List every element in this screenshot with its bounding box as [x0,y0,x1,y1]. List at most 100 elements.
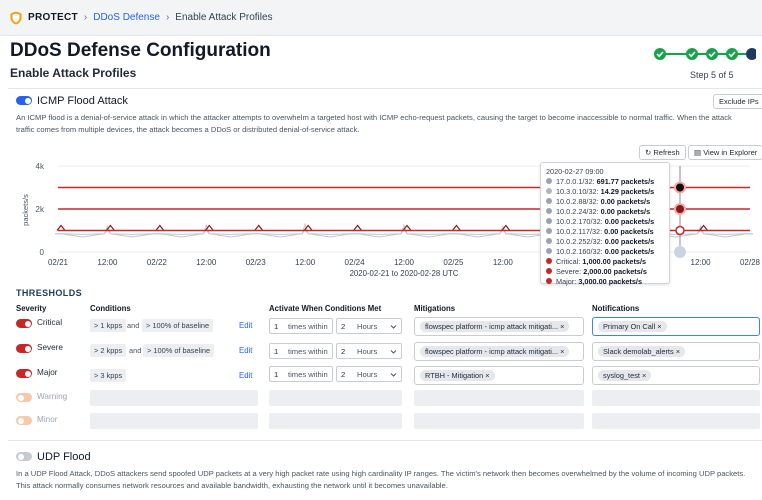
chevron-down-icon [390,325,397,329]
condition-chip: > 3 kpps [90,369,127,382]
mitigation-tag[interactable]: flowspec platform - icmp attack mitigati… [420,321,570,332]
times-input[interactable]: 1 times within [269,343,333,359]
mitigation-tag[interactable]: flowspec platform - icmp attack mitigati… [420,346,570,357]
major-toggle[interactable] [16,369,32,378]
col-header-severity: Severity [16,304,47,313]
tooltip-row: 10.0.2.24/32: 0.00 packets/s [546,206,664,216]
x-tick-label: 12:00 [493,258,514,267]
critical-toggle[interactable] [16,319,32,328]
exclude-ips-button[interactable]: Exclude IPs [713,94,762,109]
times-value: 1 [274,322,279,331]
breadcrumb-link-ddos-defense[interactable]: DDoS Defense [93,12,160,23]
notification-tag[interactable]: Slack demolab_alerts × [598,346,686,357]
x-tick-label: 12:00 [97,258,118,267]
hover-marker-major [674,181,686,194]
warning-toggle[interactable] [16,393,32,402]
icmp-description-line-1: An ICMP flood is a denial-of-service att… [16,113,732,122]
notification-tag[interactable]: syslog_test × [598,370,652,381]
hover-marker-critical [675,225,685,236]
mitigations-field[interactable]: flowspec platform - icmp attack mitigati… [414,342,584,361]
remove-icon[interactable]: × [560,347,564,356]
edit-conditions-link[interactable]: Edit [239,371,252,380]
threshold-crossing-marker [254,224,264,231]
severity-label: Severe [37,343,63,352]
chevron-down-icon [390,350,397,354]
notification-tag-label: Slack demolab_alerts [603,347,674,356]
notification-tag-label: syslog_test [603,371,640,380]
series-dot-icon [546,238,552,244]
series-dot-icon [546,188,552,194]
series-dot-icon [546,278,552,284]
refresh-label: Refresh [653,148,680,157]
chart-tooltip: 2020-02-27 09:00 17.0.0.1/32: 691.77 pac… [540,162,670,286]
mitigations-placeholder [414,413,584,429]
y-tick-label: 2k [36,205,45,214]
thresholds-heading: THRESHOLDS [16,288,83,298]
view-in-explorer-label: View in Explorer [703,148,758,157]
icmp-description-line-2: traffic comes from multiple devices, the… [16,125,360,134]
x-tick-label: 02/25 [443,258,464,267]
tooltip-row: 17.0.0.1/32: 691.77 packets/s [546,176,664,186]
tooltip-value: 0.00 packets/s [604,236,655,246]
threshold-crossing-marker [56,224,66,231]
hours-label: Hours [357,347,378,356]
y-tick-label: 4k [36,162,45,171]
within-hours-select[interactable]: 2 Hours [336,366,402,382]
notifications-placeholder [592,390,760,406]
explorer-icon: ▤ [694,148,702,157]
mitigations-field[interactable]: flowspec platform - icmp attack mitigati… [414,317,584,336]
minor-toggle[interactable] [16,416,32,425]
conditions-placeholder [90,390,258,406]
times-within-label: times within [288,322,328,331]
icmp-enable-toggle[interactable] [16,96,32,105]
x-tick-label: 12:00 [196,258,217,267]
remove-icon[interactable]: × [485,371,489,380]
tooltip-value: 0.00 packets/s [604,246,655,256]
chevron-down-icon [390,373,397,377]
times-input[interactable]: 1 times within [269,366,333,382]
notification-tag-label: Primary On Call [603,322,656,331]
threshold-row-critical: Critical > 1 kpps and > 100% of baseline… [0,316,762,338]
within-hours-select[interactable]: 2 Hours [336,318,402,334]
series-dot-icon [546,268,552,274]
page-title: DDoS Defense Configuration [10,40,271,61]
threshold-crossing-marker [155,224,165,231]
edit-conditions-link[interactable]: Edit [239,346,252,355]
udp-enable-toggle[interactable] [16,452,32,461]
remove-icon[interactable]: × [657,322,661,331]
condition-chip: > 2 kpps [90,344,127,357]
edit-conditions-link[interactable]: Edit [239,321,252,330]
shield-icon [10,11,22,24]
series-dot-icon [546,258,552,264]
y-axis-label: packets/s [21,194,30,226]
times-input[interactable]: 1 times within [269,318,333,334]
tooltip-time: 2020-02-27 09:00 [546,166,604,176]
remove-icon[interactable]: × [642,371,646,380]
notifications-field[interactable]: Primary On Call × [592,317,760,336]
within-hours-select[interactable]: 2 Hours [336,343,402,359]
tooltip-value: 0.00 packets/s [604,226,654,236]
mitigation-tag[interactable]: RTBH - Mitigation × [420,370,495,381]
remove-icon[interactable]: × [676,347,680,356]
y-tick-label: 0 [40,248,45,257]
x-axis-label: 2020-02-21 to 2020-02-28 UTC [350,269,459,278]
refresh-icon: ↻ [645,148,652,157]
col-header-conditions: Conditions [90,304,131,313]
notifications-field[interactable]: syslog_test × [592,366,760,385]
col-header-mitigations: Mitigations [414,304,456,313]
threshold-row-minor: Minor [0,413,762,435]
severity-label: Critical [37,318,63,327]
notifications-field[interactable]: Slack demolab_alerts × [592,342,760,361]
severe-toggle[interactable] [16,344,32,353]
threshold-row-major: Major > 3 kpps Edit 1 times within 2 Hou… [0,366,762,388]
remove-icon[interactable]: × [560,322,564,331]
threshold-row-warning: Warning [0,390,762,412]
mitigations-field[interactable]: RTBH - Mitigation × [414,366,584,385]
tooltip-label: Severe: [556,266,584,276]
series-dot-icon [546,248,552,254]
series-dot-icon [546,208,552,214]
notification-tag[interactable]: Primary On Call × [598,321,667,332]
times-value: 1 [274,347,279,356]
condition-chip: > 1 kpps [90,319,127,332]
mitigations-placeholder [414,390,584,406]
